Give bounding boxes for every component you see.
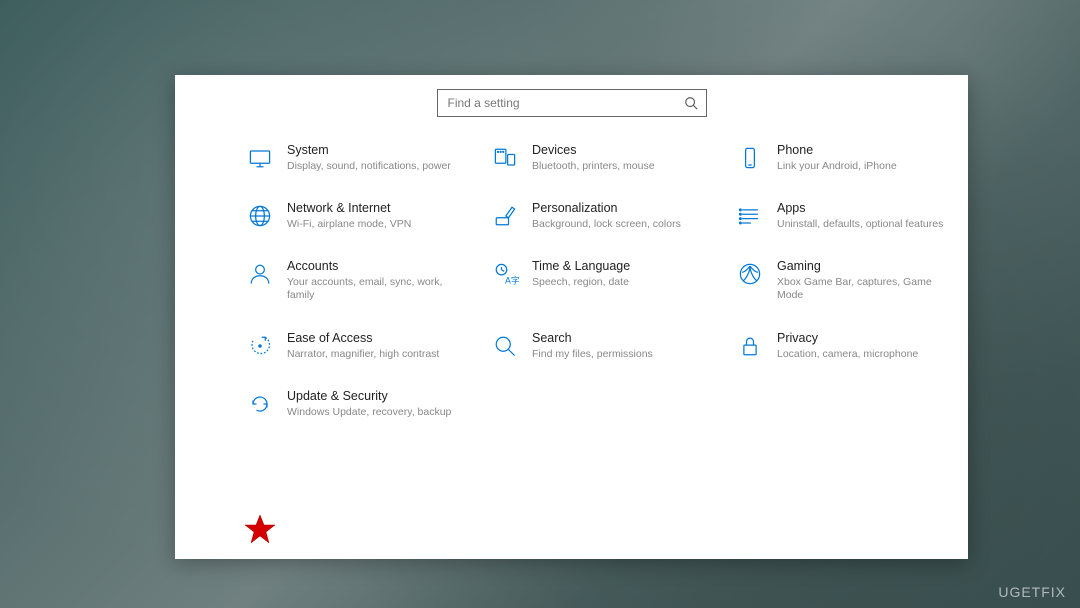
tile-text: Gaming Xbox Game Bar, captures, Game Mod… bbox=[777, 259, 968, 302]
phone-icon bbox=[735, 143, 765, 173]
tile-desc: Narrator, magnifier, high contrast bbox=[287, 348, 457, 361]
tile-text: Ease of Access Narrator, magnifier, high… bbox=[287, 331, 480, 361]
tile-network[interactable]: Network & Internet Wi-Fi, airplane mode,… bbox=[245, 201, 480, 231]
tile-text: Phone Link your Android, iPhone bbox=[777, 143, 968, 173]
tile-apps[interactable]: Apps Uninstall, defaults, optional featu… bbox=[735, 201, 968, 231]
tile-personalization[interactable]: Personalization Background, lock screen,… bbox=[490, 201, 725, 231]
tile-title: Privacy bbox=[777, 331, 968, 346]
tile-phone[interactable]: Phone Link your Android, iPhone bbox=[735, 143, 968, 173]
tile-accounts[interactable]: Accounts Your accounts, email, sync, wor… bbox=[245, 259, 480, 302]
tile-title: Search bbox=[532, 331, 725, 346]
tile-title: Accounts bbox=[287, 259, 480, 274]
tile-title: Devices bbox=[532, 143, 725, 158]
tile-text: Network & Internet Wi-Fi, airplane mode,… bbox=[287, 201, 480, 231]
tile-title: Phone bbox=[777, 143, 968, 158]
tile-text: Search Find my files, permissions bbox=[532, 331, 725, 361]
tile-text: Accounts Your accounts, email, sync, wor… bbox=[287, 259, 480, 302]
tile-gaming[interactable]: Gaming Xbox Game Bar, captures, Game Mod… bbox=[735, 259, 968, 302]
search-box[interactable] bbox=[437, 89, 707, 117]
tile-desc: Your accounts, email, sync, work, family bbox=[287, 276, 457, 302]
tile-title: Apps bbox=[777, 201, 968, 216]
tile-ease[interactable]: Ease of Access Narrator, magnifier, high… bbox=[245, 331, 480, 361]
tile-title: Gaming bbox=[777, 259, 968, 274]
tile-text: Privacy Location, camera, microphone bbox=[777, 331, 968, 361]
settings-grid: System Display, sound, notifications, po… bbox=[245, 143, 968, 419]
tile-desc: Bluetooth, printers, mouse bbox=[532, 160, 702, 173]
tile-title: Personalization bbox=[532, 201, 725, 216]
search-input[interactable] bbox=[446, 95, 684, 111]
ease-of-access-icon bbox=[245, 331, 275, 361]
tile-text: Update & Security Windows Update, recove… bbox=[287, 389, 480, 419]
tile-desc: Windows Update, recovery, backup bbox=[287, 406, 457, 419]
apps-icon bbox=[735, 201, 765, 231]
tile-desc: Background, lock screen, colors bbox=[532, 218, 702, 231]
tile-text: Devices Bluetooth, printers, mouse bbox=[532, 143, 725, 173]
watermark: UGETFIX bbox=[998, 584, 1066, 600]
search-icon bbox=[684, 96, 698, 110]
tile-text: Time & Language Speech, region, date bbox=[532, 259, 725, 289]
system-icon bbox=[245, 143, 275, 173]
devices-icon bbox=[490, 143, 520, 173]
person-icon bbox=[245, 259, 275, 289]
svg-text:A字: A字 bbox=[505, 275, 519, 286]
tile-desc: Speech, region, date bbox=[532, 276, 702, 289]
settings-window: System Display, sound, notifications, po… bbox=[175, 75, 968, 559]
tile-system[interactable]: System Display, sound, notifications, po… bbox=[245, 143, 480, 173]
tile-title: Network & Internet bbox=[287, 201, 480, 216]
tile-desc: Xbox Game Bar, captures, Game Mode bbox=[777, 276, 947, 302]
tile-desc: Wi-Fi, airplane mode, VPN bbox=[287, 218, 457, 231]
tile-desc: Find my files, permissions bbox=[532, 348, 702, 361]
tile-search[interactable]: Search Find my files, permissions bbox=[490, 331, 725, 361]
paint-icon bbox=[490, 201, 520, 231]
tile-text: Apps Uninstall, defaults, optional featu… bbox=[777, 201, 968, 231]
tile-update[interactable]: Update & Security Windows Update, recove… bbox=[245, 389, 480, 419]
tile-title: Ease of Access bbox=[287, 331, 480, 346]
tile-time[interactable]: A字 Time & Language Speech, region, date bbox=[490, 259, 725, 302]
magnifier-icon bbox=[490, 331, 520, 361]
tile-title: Update & Security bbox=[287, 389, 480, 404]
time-language-icon: A字 bbox=[490, 259, 520, 289]
tile-desc: Uninstall, defaults, optional features bbox=[777, 218, 947, 231]
tile-privacy[interactable]: Privacy Location, camera, microphone bbox=[735, 331, 968, 361]
gaming-icon bbox=[735, 259, 765, 289]
globe-icon bbox=[245, 201, 275, 231]
tile-devices[interactable]: Devices Bluetooth, printers, mouse bbox=[490, 143, 725, 173]
tile-text: System Display, sound, notifications, po… bbox=[287, 143, 480, 173]
tile-title: System bbox=[287, 143, 480, 158]
update-icon bbox=[245, 389, 275, 419]
tile-desc: Link your Android, iPhone bbox=[777, 160, 947, 173]
search-row bbox=[175, 89, 968, 117]
tile-text: Personalization Background, lock screen,… bbox=[532, 201, 725, 231]
tile-desc: Location, camera, microphone bbox=[777, 348, 947, 361]
lock-icon bbox=[735, 331, 765, 361]
tile-desc: Display, sound, notifications, power bbox=[287, 160, 457, 173]
tile-title: Time & Language bbox=[532, 259, 725, 274]
highlight-star-icon bbox=[244, 513, 276, 545]
